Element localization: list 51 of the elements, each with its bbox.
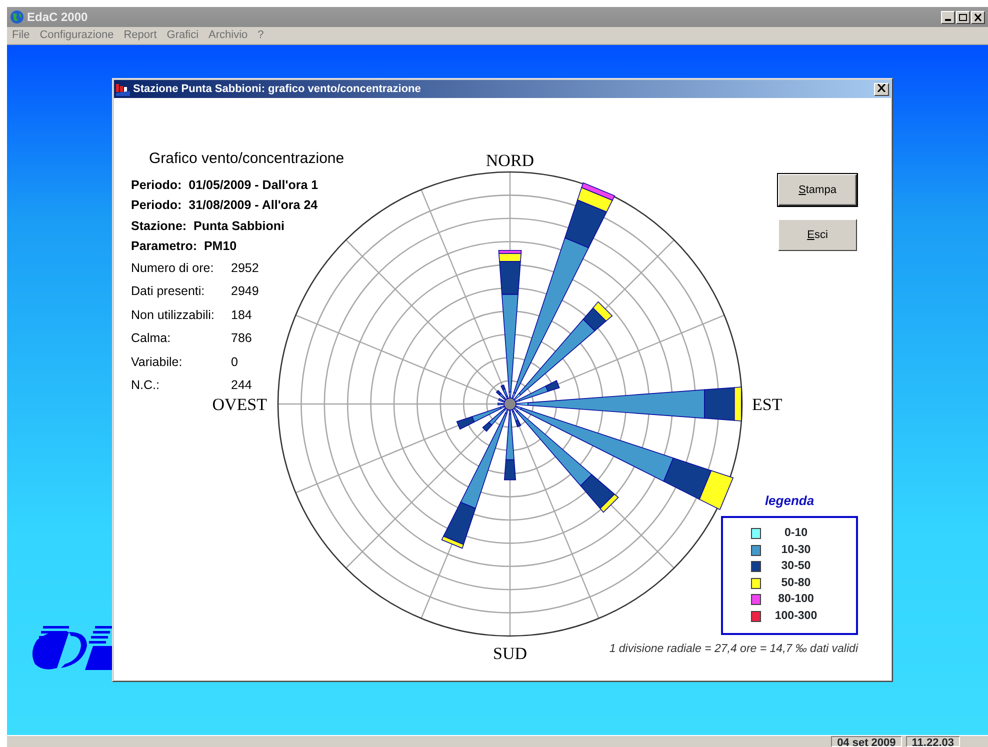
stat-label: Calma: — [131, 330, 172, 347]
footnote-text: 1 divisione radiale = 27,4 ore = 14,7 ‰ dati validi — [609, 642, 858, 657]
legend-label: 30-50 — [780, 559, 812, 574]
menu-item[interactable]: ? — [252, 27, 269, 44]
close-icon — [877, 84, 886, 92]
legend-label: 80-100 — [777, 592, 815, 608]
south-label: SUD — [493, 644, 527, 663]
east-label: EST — [752, 395, 782, 414]
north-label: NORD — [486, 151, 534, 170]
detail-text: Periodo: 01/05/2009 - Dall'ora 1 — [131, 176, 320, 194]
legend-title: legenda — [764, 492, 814, 510]
factory-icon — [116, 82, 130, 96]
dialog-button[interactable]: Stampa — [778, 174, 857, 206]
stat-value: 0 — [231, 354, 238, 370]
stat-value: 244 — [231, 377, 252, 394]
stat-label: Non utilizzabili: — [131, 306, 216, 324]
detail-text: Parametro: PM10 — [131, 238, 238, 255]
globe-icon — [10, 10, 24, 24]
menu-item[interactable]: Grafici — [162, 27, 204, 44]
close-icon — [973, 12, 983, 22]
west-label: OVEST — [212, 395, 267, 414]
menu-item[interactable]: Archivio — [204, 27, 253, 44]
stat-label: Numero di ore: — [131, 260, 215, 276]
dialog-button[interactable]: Esci — [778, 219, 857, 251]
window-title: EdaC 2000 — [27, 9, 88, 26]
stat-value: 2949 — [231, 283, 259, 300]
detail-text: Stazione: Punta Sabbioni — [131, 218, 286, 234]
stat-label: Variabile: — [131, 354, 184, 370]
stat-value: 2952 — [231, 260, 259, 276]
chart-heading: Grafico vento/concentrazione — [149, 149, 344, 169]
stat-value: 786 — [231, 330, 252, 347]
status-time: 11.22.03 — [906, 736, 960, 747]
maximize-icon — [958, 12, 968, 22]
stat-label: N.C.: — [131, 377, 160, 394]
stat-label: Dati presenti: — [131, 283, 206, 300]
legend-label: 100-300 — [774, 608, 818, 624]
legend-label: 50-80 — [780, 576, 812, 591]
dialog-title: Stazione Punta Sabbioni: grafico vento/concentrazione — [133, 82, 421, 97]
menu-item[interactable]: Report — [118, 27, 162, 44]
minimize-icon — [945, 19, 951, 21]
stat-value: 184 — [231, 306, 252, 324]
close-button[interactable] — [874, 82, 889, 96]
maximize-button[interactable] — [956, 10, 970, 24]
menu-item[interactable]: Configurazione — [34, 27, 119, 44]
status-date: 04 set 2009 — [831, 736, 902, 747]
close-button[interactable] — [971, 10, 985, 24]
detail-text: Periodo: 31/08/2009 - All'ora 24 — [131, 197, 319, 214]
legend-label: 0-10 — [783, 526, 809, 542]
menu-item[interactable]: File — [7, 27, 35, 44]
minimize-button[interactable] — [941, 10, 955, 24]
legend-label: 10-30 — [780, 542, 812, 558]
